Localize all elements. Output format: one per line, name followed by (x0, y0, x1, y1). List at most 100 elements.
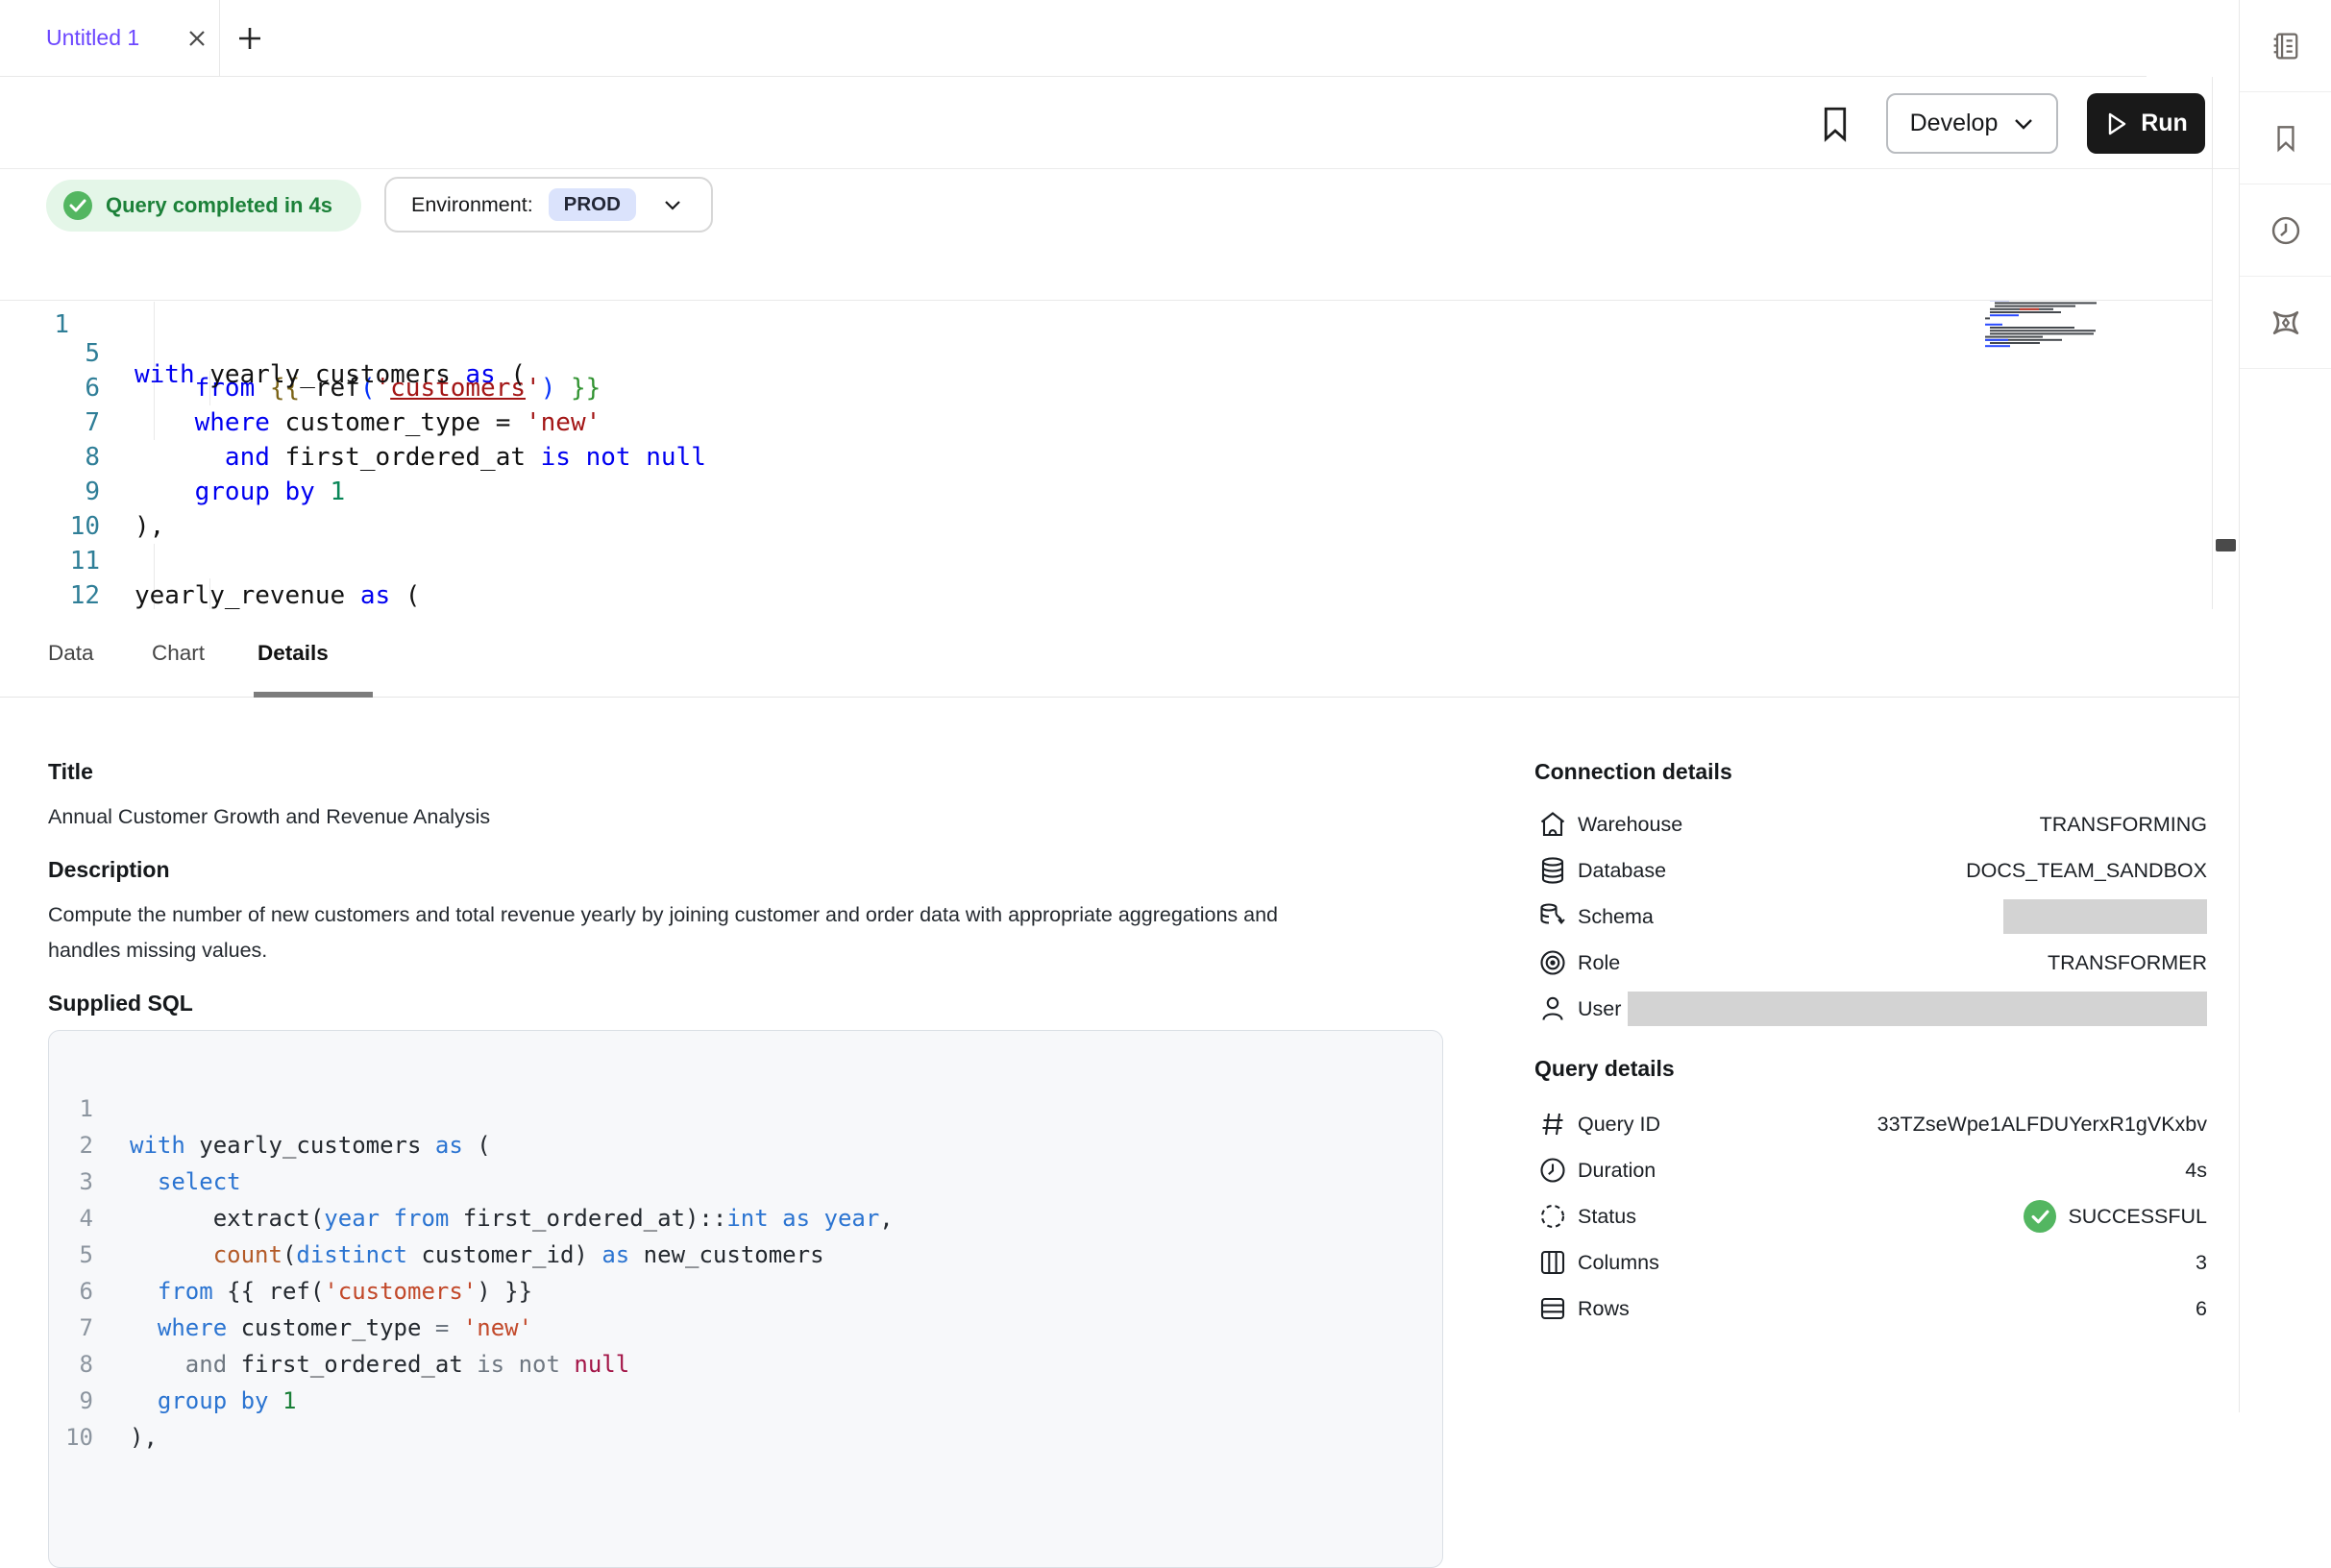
schema-icon (1537, 901, 1568, 932)
tab-untitled-1[interactable]: Untitled 1 (0, 0, 220, 77)
redacted-schema-value (2003, 899, 2207, 934)
line-number: 10 (55, 1419, 93, 1456)
sql-line: 8 group by 1 (49, 1310, 1442, 1346)
chevron-down-icon (663, 199, 682, 211)
connection-row-role: Role TRANSFORMER (1534, 940, 2207, 986)
row-label: Status (1578, 1193, 1636, 1239)
bookmark-query-button[interactable] (1819, 104, 1852, 144)
code-line: 8 group by 1 (0, 405, 2212, 440)
environment-value-badge: PROD (549, 188, 636, 221)
row-label: Warehouse (1578, 801, 1682, 847)
row-value: 4s (2185, 1147, 2207, 1193)
sql-line: 10 (49, 1383, 1442, 1419)
row-label: Role (1578, 940, 1620, 986)
query-row-duration: Duration 4s (1534, 1147, 2207, 1193)
sql-line: 5 from {{ ref('customers') }} (49, 1200, 1442, 1237)
environment-dropdown[interactable]: Environment: PROD (384, 177, 713, 233)
description-heading: Description (48, 857, 170, 883)
close-tab-icon[interactable] (184, 26, 209, 51)
row-label: Schema (1578, 894, 1654, 940)
code-line: 11 yearly_revenue as ( (0, 509, 2212, 544)
connection-row-database: Database DOCS_TEAM_SANDBOX (1534, 847, 2207, 894)
redacted-user-value (1628, 992, 2207, 1026)
user-icon (1537, 993, 1568, 1024)
row-label: User (1578, 986, 1621, 1032)
code-line: 12 select (0, 544, 2212, 578)
tab-title: Untitled 1 (46, 0, 139, 76)
supplied-sql-code-block: 1 with yearly_customers as ( 2 select 3 … (48, 1030, 1443, 1568)
code-line: 9 ), (0, 440, 2212, 475)
query-row-status: Status SUCCESSFUL (1534, 1193, 2207, 1239)
code-line-sticky: 1 with yearly_customers as ( (0, 250, 2212, 301)
sql-editor[interactable]: 1 with yearly_customers as ( 5 from {{ r… (0, 250, 2212, 610)
connection-details-heading: Connection details (1534, 759, 1732, 785)
query-details-heading: Query details (1534, 1056, 1675, 1082)
tab-bar-background (219, 0, 2147, 77)
row-value: TRANSFORMING (2040, 801, 2207, 847)
row-value: TRANSFORMER (2048, 940, 2207, 986)
database-icon (1537, 855, 1568, 886)
sql-line: 3 extract(year from first_ordered_at)::i… (49, 1127, 1442, 1164)
sql-line: 2 select (49, 1090, 1442, 1127)
row-value: 33TZseWpe1ALFDUYerxR1gVKxbv (1877, 1101, 2207, 1147)
environment-label: Environment: (411, 193, 533, 217)
notebook-panel-button[interactable] (2240, 0, 2331, 92)
status-badge: SUCCESSFUL (2024, 1193, 2207, 1239)
row-label: Duration (1578, 1147, 1656, 1193)
row-label: Database (1578, 847, 1666, 894)
hash-icon (1537, 1109, 1568, 1139)
history-clock-icon (2269, 213, 2303, 248)
ai-assistant-button[interactable] (2240, 277, 2331, 369)
row-value: 6 (2196, 1286, 2207, 1332)
tab-details[interactable]: Details (258, 609, 329, 698)
tab-data[interactable]: Data (48, 609, 94, 698)
description-value: Compute the number of new customers and … (48, 897, 1278, 968)
tab-chart[interactable]: Chart (152, 609, 205, 698)
query-row-id: Query ID 33TZseWpe1ALFDUYerxR1gVKxbv (1534, 1101, 2207, 1147)
role-target-icon (1537, 947, 1568, 978)
status-spinner-icon (1537, 1201, 1568, 1232)
develop-dropdown[interactable]: Develop (1886, 93, 2058, 154)
title-value: Annual Customer Growth and Revenue Analy… (48, 799, 490, 835)
row-label: Query ID (1578, 1101, 1660, 1147)
editor-scrollbar-track[interactable] (2212, 77, 2239, 609)
status-text: SUCCESSFUL (2068, 1193, 2207, 1239)
sql-line: 4 count(distinct customer_id) as new_cus… (49, 1164, 1442, 1200)
bookmarks-panel-button[interactable] (2240, 92, 2331, 184)
results-tab-bar: Data Chart Details (0, 609, 2239, 698)
query-row-columns: Columns 3 (1534, 1239, 2207, 1286)
connection-row-user: User (1534, 986, 2207, 1032)
code-line: 10 (0, 475, 2212, 509)
status-row: Query completed in 4s Environment: PROD (0, 169, 2239, 250)
sql-line: 1 with yearly_customers as ( (49, 1054, 1442, 1090)
editor-scrollbar-thumb[interactable] (2216, 539, 2236, 551)
connection-row-schema: Schema (1534, 894, 2207, 940)
code-line: 13 extract(year from ordered_at)::int as… (0, 578, 2212, 613)
run-button[interactable]: Run (2087, 93, 2205, 154)
sql-line: 6 where customer_type = 'new' (49, 1237, 1442, 1273)
code-line: 5 from {{ ref('customers') }} (0, 302, 2212, 336)
query-row-rows: Rows 6 (1534, 1286, 2207, 1332)
warehouse-icon (1537, 809, 1568, 840)
connection-row-warehouse: Warehouse TRANSFORMING (1534, 801, 2207, 847)
rows-icon (1537, 1293, 1568, 1324)
row-label: Rows (1578, 1286, 1630, 1332)
bookmark-icon (2270, 122, 2302, 155)
history-panel-button[interactable] (2240, 184, 2331, 277)
chevron-down-icon (2013, 117, 2034, 131)
supplied-sql-heading: Supplied SQL (48, 991, 193, 1017)
row-value: DOCS_TEAM_SANDBOX (1966, 847, 2207, 894)
line-number: 1 (0, 300, 69, 350)
clock-icon (1537, 1155, 1568, 1186)
new-tab-button[interactable] (236, 25, 263, 52)
develop-label: Develop (1910, 110, 1999, 137)
columns-icon (1537, 1247, 1568, 1278)
row-label: Columns (1578, 1239, 1659, 1286)
title-heading: Title (48, 759, 93, 785)
query-status-pill: Query completed in 4s (46, 180, 361, 232)
play-icon (2104, 110, 2129, 137)
ai-sparkle-icon (2268, 305, 2304, 341)
right-sidebar (2239, 0, 2331, 1412)
details-pane: Title Annual Customer Growth and Revenue… (0, 698, 2239, 1412)
sql-line: 7 and first_ordered_at is not null (49, 1273, 1442, 1310)
